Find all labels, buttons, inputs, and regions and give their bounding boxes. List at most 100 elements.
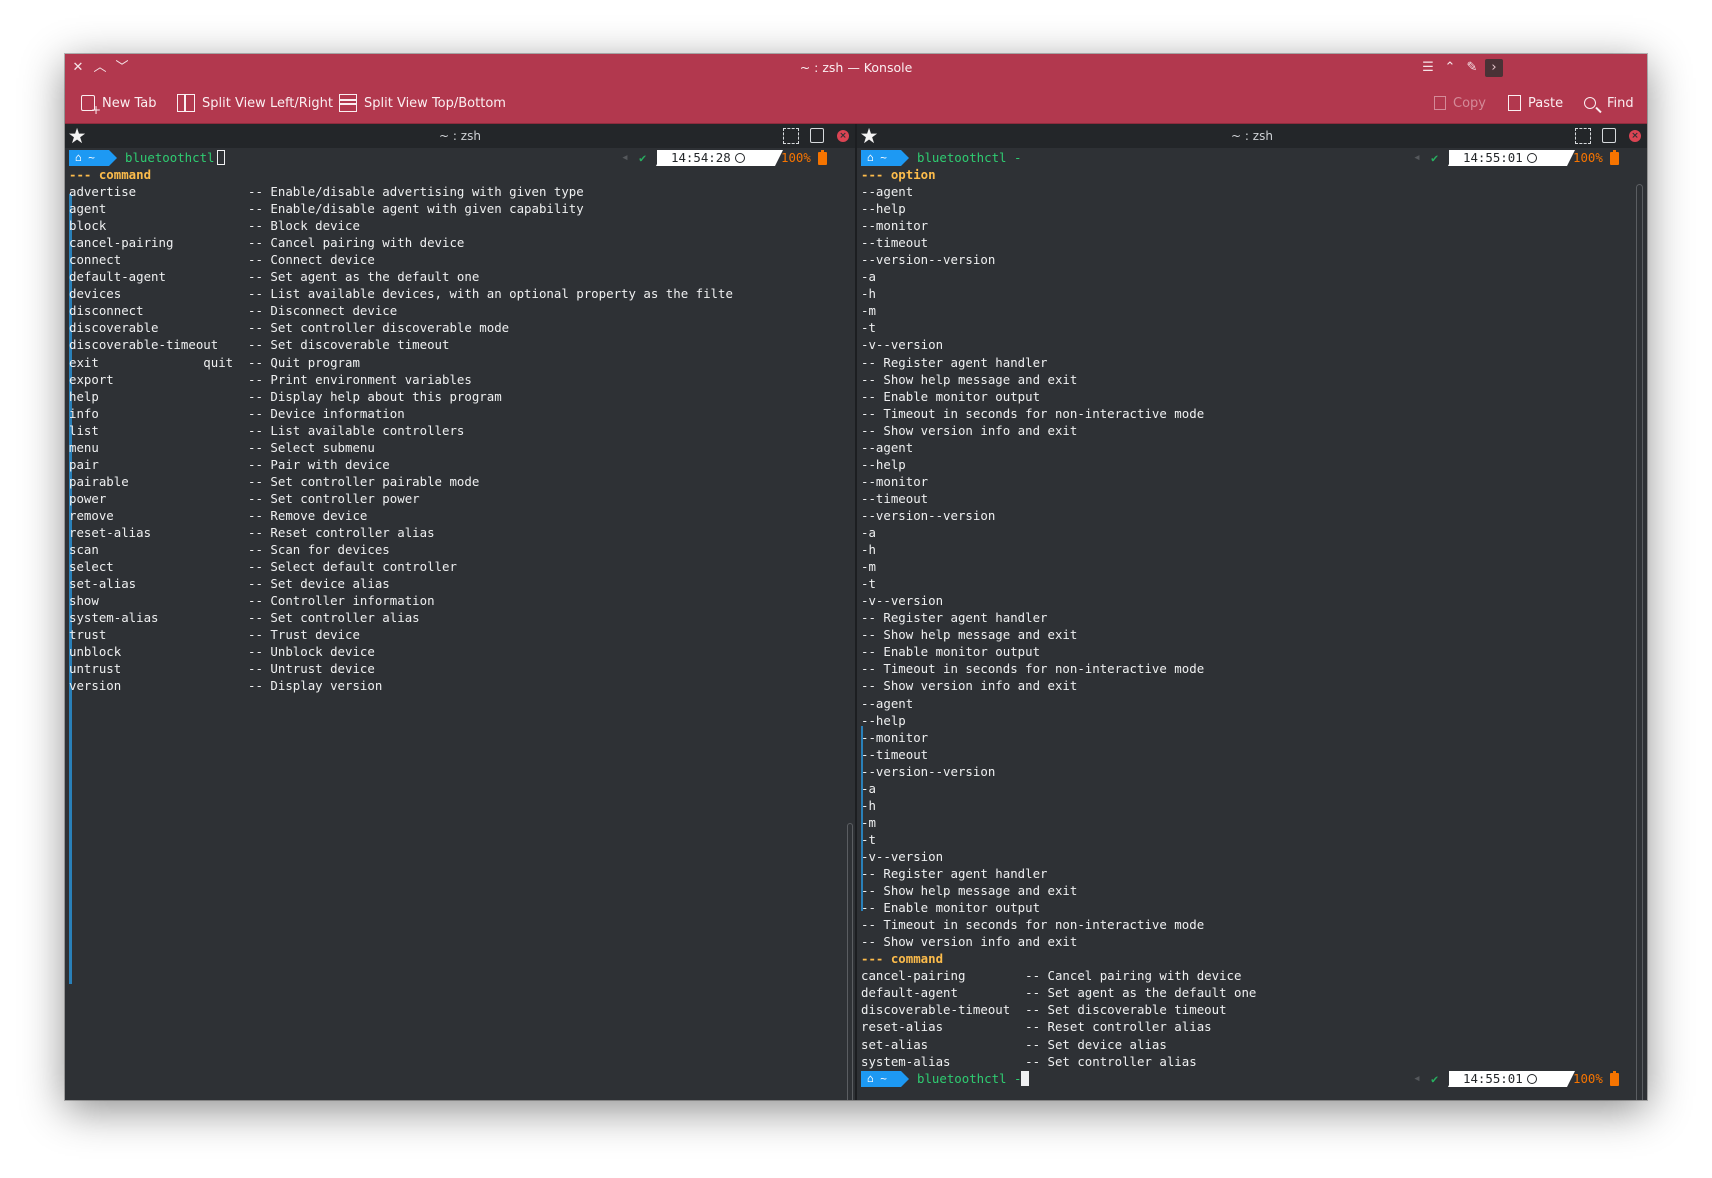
option-row: -- Timeout in seconds for non-interactiv… <box>861 661 1205 677</box>
clock-icon <box>734 153 745 163</box>
right-pane-header: ★ ~ : zsh × <box>857 124 1647 148</box>
right-terminal-pane[interactable]: ★ ~ : zsh × ⌂ ~ bluetoothctl - ◂ ✔ 14:55… <box>857 124 1647 1100</box>
command-row: cancel-pairing -- Cancel pairing with de… <box>69 235 465 251</box>
option-row: --version--version <box>861 507 996 523</box>
option-row: --timeout <box>861 490 929 506</box>
command-row: discoverable -- Set controller discovera… <box>69 320 510 336</box>
command-row: system-alias -- Set controller alias <box>861 1053 1197 1069</box>
prompt-time: 14:55:01 <box>1463 150 1523 165</box>
command-row: discoverable-timeout -- Set discoverable… <box>69 337 450 353</box>
paste-icon <box>1508 95 1521 111</box>
maximize-pane-icon[interactable] <box>783 128 799 144</box>
copy-button[interactable]: Copy <box>1434 91 1486 115</box>
command-row: pairable -- Set controller pairable mode <box>69 473 480 489</box>
detach-pane-icon[interactable] <box>810 128 824 143</box>
new-tab-button[interactable]: New Tab <box>81 91 157 117</box>
option-row: --monitor <box>861 729 929 745</box>
main-toolbar: New Tab Split View Left/Right Split View… <box>65 82 1647 124</box>
close-pane-icon[interactable]: × <box>1629 130 1641 142</box>
left-prompt: ⌂ ~ bluetoothctl <box>69 150 269 166</box>
hamburger-menu-icon[interactable]: ☰ <box>1419 59 1437 77</box>
find-label: Find <box>1607 95 1634 111</box>
split-left-right-button[interactable]: Split View Left/Right <box>177 91 333 115</box>
option-row: -- Timeout in seconds for non-interactiv… <box>861 405 1205 421</box>
left-scrollbar[interactable] <box>847 823 853 1100</box>
option-row: --agent <box>861 184 914 199</box>
option-row: -- Show help message and exit <box>861 883 1078 899</box>
option-row: --version--version <box>861 763 996 779</box>
battery-text: 100% <box>1573 1070 1603 1086</box>
command-row: default-agent -- Set agent as the defaul… <box>69 269 480 285</box>
command-row: version -- Display version <box>69 678 383 694</box>
command-row: show -- Controller information <box>69 593 435 609</box>
option-row: -- Enable monitor output <box>861 644 1041 660</box>
battery-icon <box>818 150 827 165</box>
option-row: -t <box>861 320 876 336</box>
command-row: power -- Set controller power <box>69 490 420 506</box>
right-prompt-bottom: ⌂ ~ bluetoothctl - <box>861 1070 1081 1087</box>
command-row: untrust -- Untrust device <box>69 661 375 677</box>
option-row: -- Enable monitor output <box>861 388 1041 404</box>
right-right-prompt-top: ◂ ✔ 14:55:01 100% <box>1413 150 1633 166</box>
split-top-bottom-button[interactable]: Split View Top/Bottom <box>339 91 506 115</box>
option-row: -- Show version info and exit <box>861 934 1078 950</box>
option-row: -m <box>861 559 876 575</box>
command-row: info -- Device information <box>69 405 405 421</box>
maximize-pane-icon[interactable] <box>1575 128 1591 144</box>
pin-icon[interactable]: ✎ <box>1463 59 1481 77</box>
option-row: -- Enable monitor output <box>861 900 1041 916</box>
prompt-command: bluetoothctl - <box>917 150 1022 165</box>
option-row: --version--version <box>861 252 996 268</box>
close-pane-icon[interactable]: × <box>837 130 849 142</box>
checkmark-icon: ✔ <box>639 151 647 165</box>
right-terminal-output[interactable]: ⌂ ~ bluetoothctl - ◂ ✔ 14:55:01 100% ---… <box>861 148 1647 1100</box>
command-row: advertise -- Enable/disable advertising … <box>69 184 584 199</box>
option-section-header: --- option <box>861 167 936 182</box>
option-row: -v--version <box>861 593 944 609</box>
terminal-cursor <box>1021 1070 1030 1086</box>
command-row: default-agent -- Set agent as the defaul… <box>861 985 1257 1001</box>
prompt-home-segment: ⌂ ~ <box>861 150 909 166</box>
clock-icon <box>1526 1073 1537 1084</box>
command-row: pair -- Pair with device <box>69 456 390 472</box>
battery-text: 100% <box>1573 150 1603 165</box>
copy-label: Copy <box>1453 95 1486 111</box>
left-terminal-pane[interactable]: ★ ~ : zsh × ⌂ ~ bluetoothctl ◂ ✔ 14:54:2… <box>65 124 855 1100</box>
find-button[interactable]: Find <box>1584 91 1634 115</box>
keep-above-icon[interactable]: ⌃ <box>1441 59 1459 77</box>
split-vertical-icon <box>339 94 357 112</box>
option-row: -h <box>861 542 876 558</box>
new-tab-icon <box>81 95 101 117</box>
command-row: discoverable-timeout -- Set discoverable… <box>861 1002 1227 1018</box>
command-row: remove -- Remove device <box>69 507 368 523</box>
section-header: --- command <box>69 167 152 182</box>
command-row: disconnect -- Disconnect device <box>69 303 398 319</box>
option-row: --monitor <box>861 218 929 234</box>
command-row: cancel-pairing -- Cancel pairing with de… <box>861 968 1242 984</box>
option-row: -- Show help message and exit <box>861 371 1078 387</box>
option-row: --agent <box>861 439 914 455</box>
option-row: --help <box>861 201 906 217</box>
command-row: system-alias -- Set controller alias <box>69 610 420 626</box>
prompt-command: bluetoothctl - <box>917 1070 1030 1087</box>
clock-icon <box>1526 153 1537 163</box>
command-row: exit quit -- Quit program <box>69 354 360 370</box>
right-scrollbar[interactable] <box>1636 184 1643 1100</box>
terminal-cursor <box>216 150 225 165</box>
terminal-menu-icon[interactable]: › <box>1485 59 1503 77</box>
command-row: agent -- Enable/disable agent with given… <box>69 201 584 217</box>
prompt-command: bluetoothctl <box>125 150 225 166</box>
option-row: -v--version <box>861 848 944 864</box>
prompt-time: 14:55:01 <box>1463 1070 1523 1086</box>
split-lr-label: Split View Left/Right <box>202 95 334 111</box>
detach-pane-icon[interactable] <box>1602 128 1616 143</box>
checkmark-icon: ✔ <box>1431 151 1439 165</box>
paste-button[interactable]: Paste <box>1508 91 1563 115</box>
command-row: reset-alias -- Reset controller alias <box>861 1019 1212 1035</box>
left-terminal-output[interactable]: ⌂ ~ bluetoothctl ◂ ✔ 14:54:28 100% --- c… <box>69 148 855 1100</box>
option-row: --help <box>861 456 906 472</box>
option-row: -- Show version info and exit <box>861 678 1078 694</box>
option-row: --agent <box>861 695 914 711</box>
battery-icon <box>1610 1070 1619 1086</box>
option-row: --help <box>861 712 906 728</box>
